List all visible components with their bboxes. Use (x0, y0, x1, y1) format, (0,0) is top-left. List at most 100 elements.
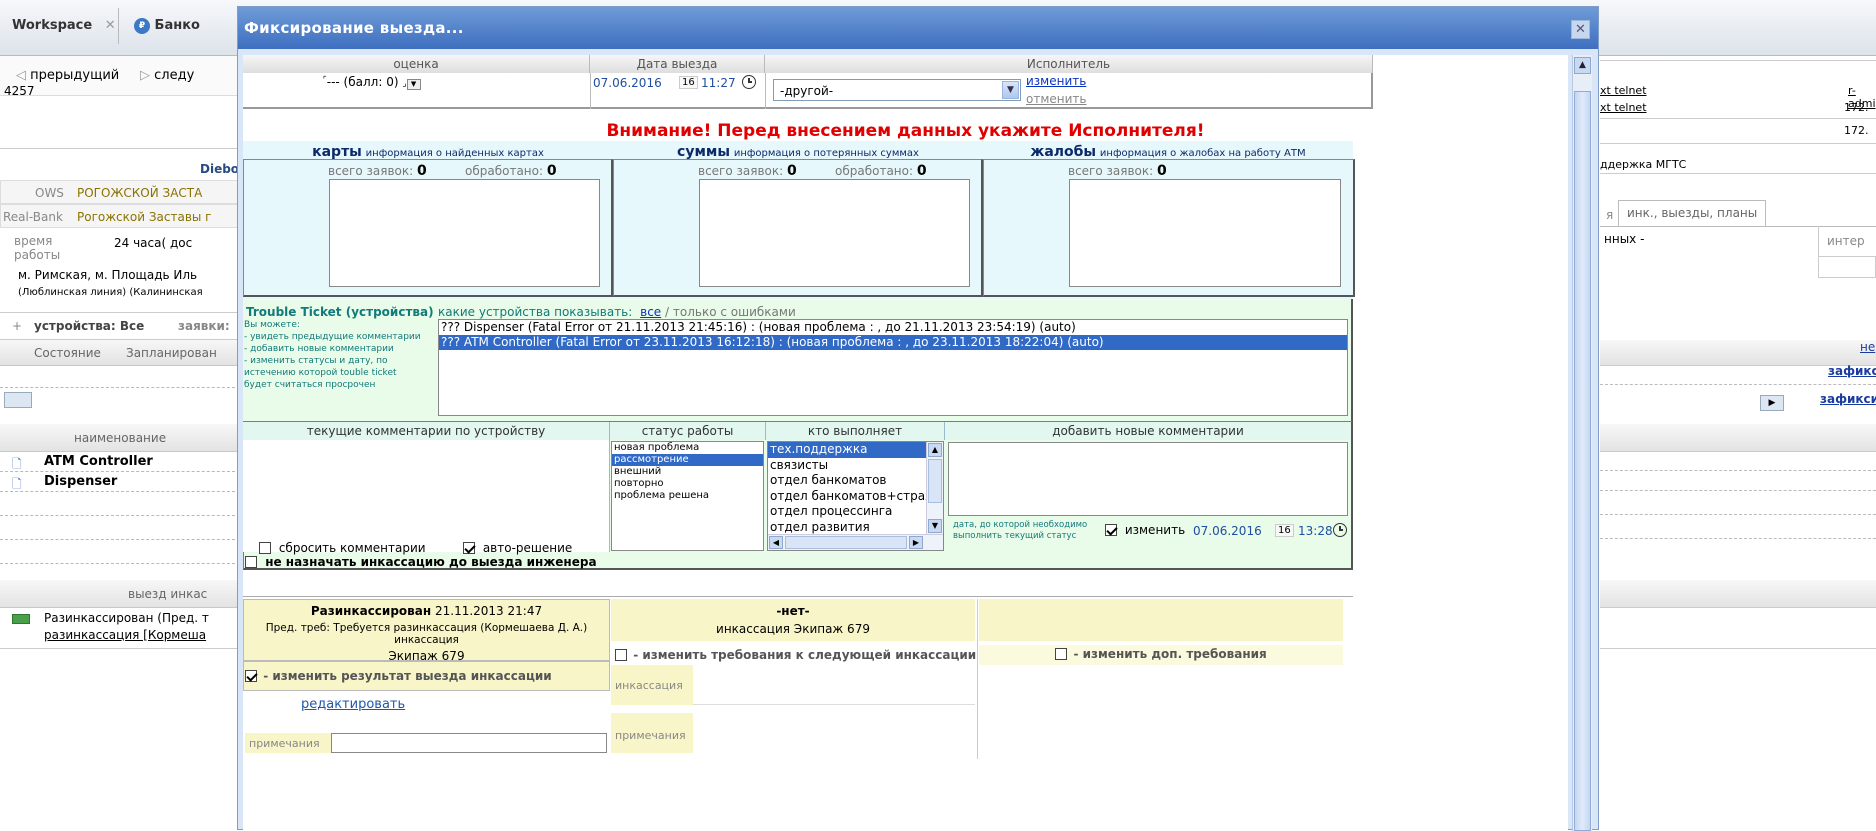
encash-change-checkbox[interactable]: - изменить результат выезда инкассации (245, 669, 552, 683)
new-comment-input[interactable] (948, 442, 1348, 516)
ne-link[interactable]: не (1860, 340, 1875, 354)
change-executor-link[interactable]: изменить (1026, 74, 1086, 88)
executor-option[interactable]: отдел банкоматов+страхо (768, 489, 926, 505)
next-encash-none: -нет- (776, 604, 810, 618)
requests-tab[interactable]: заявки: (178, 319, 230, 333)
list-item[interactable]: 🗋 ATM Controller (0, 452, 240, 472)
reset-comments-checkbox[interactable]: сбросить комментарии (259, 541, 426, 555)
ticket-list[interactable]: ??? Dispenser (Fatal Error от 21.11.2013… (438, 319, 1348, 416)
arrow-right-icon: ▷ (140, 68, 150, 83)
status-option[interactable]: новая проблема (612, 442, 763, 454)
encash-item-link[interactable]: разинкассация [Кормеша (44, 628, 206, 642)
executor-select[interactable]: -другой- ▼ (773, 79, 1021, 101)
extra-panel (979, 599, 1343, 641)
status-option[interactable]: рассмотрение (612, 454, 763, 466)
devices-tab[interactable]: устройства: Все (34, 319, 144, 333)
scrollbar-thumb[interactable] (1574, 91, 1591, 831)
ticket-item[interactable]: ??? ATM Controller (Fatal Error от 23.11… (439, 335, 1347, 350)
grid-header (1600, 424, 1876, 452)
table-row (0, 492, 240, 516)
scroll-left-icon[interactable] (4, 392, 32, 408)
close-icon[interactable]: ✕ (1571, 20, 1590, 39)
tab-encash-plans[interactable]: инк., выезды, планы (1618, 200, 1767, 226)
close-icon[interactable]: ✕ (105, 18, 116, 33)
chevron-down-icon[interactable]: ▼ (1002, 81, 1019, 99)
fix-link[interactable]: зафикси (1820, 392, 1876, 406)
status-option[interactable]: повторно (612, 478, 763, 490)
executor-list[interactable]: тех.поддержка связисты отдел банкоматов … (767, 441, 944, 551)
chevron-down-icon[interactable]: ▼ (406, 79, 421, 90)
total-label: всего заявок: (328, 164, 414, 178)
due-change-checkbox[interactable]: изменить (1105, 523, 1185, 537)
date-field[interactable]: 07.06.2016 (593, 76, 662, 90)
due-date-field[interactable]: 07.06.2016 (1193, 524, 1262, 538)
name-header: наименование (0, 424, 240, 452)
col-rating: оценка (243, 55, 590, 73)
calendar-icon[interactable]: 16 (679, 76, 698, 89)
executor-scrollbar[interactable]: ▲ ▼ (926, 442, 943, 535)
plus-icon[interactable]: + (12, 319, 22, 333)
total-value: 0 (1157, 163, 1167, 179)
rating-select[interactable]: ⌜--- (балл: 0) ⌟ ▼ (323, 75, 421, 90)
complaints-total: всего заявок: 0 (1068, 163, 1167, 179)
dialog-scrollbar[interactable]: ▲ (1572, 55, 1592, 831)
chevron-up-icon[interactable]: ▲ (928, 443, 942, 457)
prev-button[interactable]: ◁ прерыдущий (16, 68, 119, 83)
show-errors-link[interactable]: / только с ошибками (665, 305, 796, 319)
next-notes-input[interactable] (693, 713, 975, 753)
complaints-list[interactable] (1069, 179, 1341, 287)
next-encash-input[interactable] (693, 665, 975, 705)
fix-link[interactable]: зафикс (1828, 364, 1876, 378)
tt-title: Trouble Ticket (устройства) (246, 305, 434, 319)
dialog-content: оценка Дата выезда Исполнитель ⌜--- (бал… (243, 55, 1568, 831)
executor-option[interactable]: отдел развития (768, 520, 926, 536)
telnet-link[interactable]: xt telnet (1600, 84, 1647, 97)
processed-label: обработано: (465, 164, 544, 178)
auto-solve-checkbox[interactable]: авто-решение (463, 541, 572, 555)
sums-subtitle: информация о потерянных суммах (733, 148, 919, 159)
next-encash-label: инкассация (611, 665, 693, 705)
divider (243, 596, 1353, 597)
status-option[interactable]: проблема решена (612, 490, 763, 502)
calendar-icon[interactable]: 16 (1275, 524, 1294, 537)
due-time-field[interactable]: 13:28 (1298, 524, 1333, 538)
executor-hscrollbar[interactable]: ◀ ▶ (768, 534, 943, 550)
tab-workspace[interactable]: Workspace ✕ (12, 12, 116, 40)
executor-option[interactable]: связисты (768, 458, 926, 474)
executor-option[interactable]: отдел процессинга (768, 504, 926, 520)
encash-result-panel: Разинкассирован 21.11.2013 21:47 Пред. т… (243, 599, 610, 663)
next-button[interactable]: ▷ следу (140, 68, 194, 83)
edit-link[interactable]: редактировать (301, 697, 405, 712)
col-encash: выезд инкас (128, 587, 208, 601)
clock-icon[interactable] (1333, 523, 1347, 537)
inter-field[interactable] (1818, 256, 1876, 278)
list-item[interactable]: 🗋 Dispenser (0, 472, 240, 492)
scrollbar-thumb[interactable] (785, 536, 907, 549)
tab-bank[interactable]: ₽ Банко (134, 12, 200, 40)
cards-list[interactable] (329, 179, 600, 287)
device-name: ATM Controller (44, 454, 153, 469)
cards-heading: карты информация о найденных картах (243, 144, 613, 160)
cancel-executor-link[interactable]: отменить (1026, 92, 1086, 106)
time-field[interactable]: 11:27 (701, 76, 736, 90)
chevron-left-icon[interactable]: ◀ (769, 536, 783, 549)
chevron-down-icon[interactable]: ▼ (928, 519, 942, 533)
status-list[interactable]: новая проблема рассмотрение внешний повт… (611, 441, 764, 551)
clock-icon[interactable] (742, 75, 756, 89)
encash-notes-input[interactable] (331, 733, 607, 753)
scrollbar-thumb[interactable] (928, 459, 942, 503)
ticket-item[interactable]: ??? Dispenser (Fatal Error от 21.11.2013… (439, 320, 1347, 335)
no-encash-checkbox[interactable]: не назначать инкассацию до выезда инжене… (245, 555, 597, 569)
status-option[interactable]: внешний (612, 466, 763, 478)
executor-option[interactable]: тех.поддержка (768, 442, 926, 458)
sums-list[interactable] (699, 179, 970, 287)
scroll-right-icon[interactable]: ▶ (1760, 395, 1784, 411)
extra-change-checkbox[interactable]: - изменить доп. требования (979, 645, 1343, 665)
telnet-link[interactable]: xt telnet (1600, 101, 1647, 114)
prev-label: прерыдущий (30, 68, 120, 83)
chevron-up-icon[interactable]: ▲ (1574, 57, 1591, 74)
executor-option[interactable]: отдел банкоматов (768, 473, 926, 489)
show-all-link[interactable]: все (640, 305, 661, 319)
chevron-right-icon[interactable]: ▶ (909, 536, 923, 549)
next-change-checkbox[interactable]: - изменить требования к следующей инкасс… (615, 648, 976, 662)
